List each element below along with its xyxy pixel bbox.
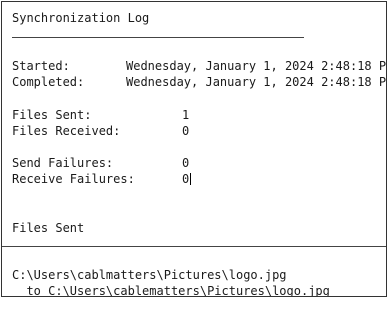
text-cursor — [190, 173, 192, 185]
sync-log-text-area[interactable]: Synchronization Log Started: Wednesday, … — [1, 1, 387, 297]
started-label: Started: — [12, 59, 70, 73]
receive-failures-value: 0 — [182, 172, 190, 186]
send-failures-value: 0 — [182, 156, 190, 170]
source-file-path: C:\Users\cablmatters\Pictures\logo.jpg — [12, 268, 287, 282]
receive-failures-row: 0 — [182, 172, 192, 186]
files-received-value: 0 — [182, 124, 190, 138]
files-sent-value: 1 — [182, 108, 190, 122]
files-received-label: Files Received: — [12, 124, 121, 138]
destination-file-path: to C:\Users\cablematters\Pictures\logo.j… — [12, 284, 330, 297]
section-separator — [2, 246, 386, 247]
files-sent-label: Files Sent: — [12, 108, 92, 122]
completed-label: Completed: — [12, 75, 85, 89]
started-value: Wednesday, January 1, 2024 2:48:18 PM — [126, 59, 387, 73]
receive-failures-label: Receive Failures: — [12, 172, 135, 186]
completed-value: Wednesday, January 1, 2024 2:48:18 PM — [126, 75, 387, 89]
files-sent-section-heading: Files Sent — [12, 221, 85, 235]
title-separator — [12, 37, 304, 38]
log-title: Synchronization Log — [12, 11, 150, 25]
send-failures-label: Send Failures: — [12, 156, 114, 170]
